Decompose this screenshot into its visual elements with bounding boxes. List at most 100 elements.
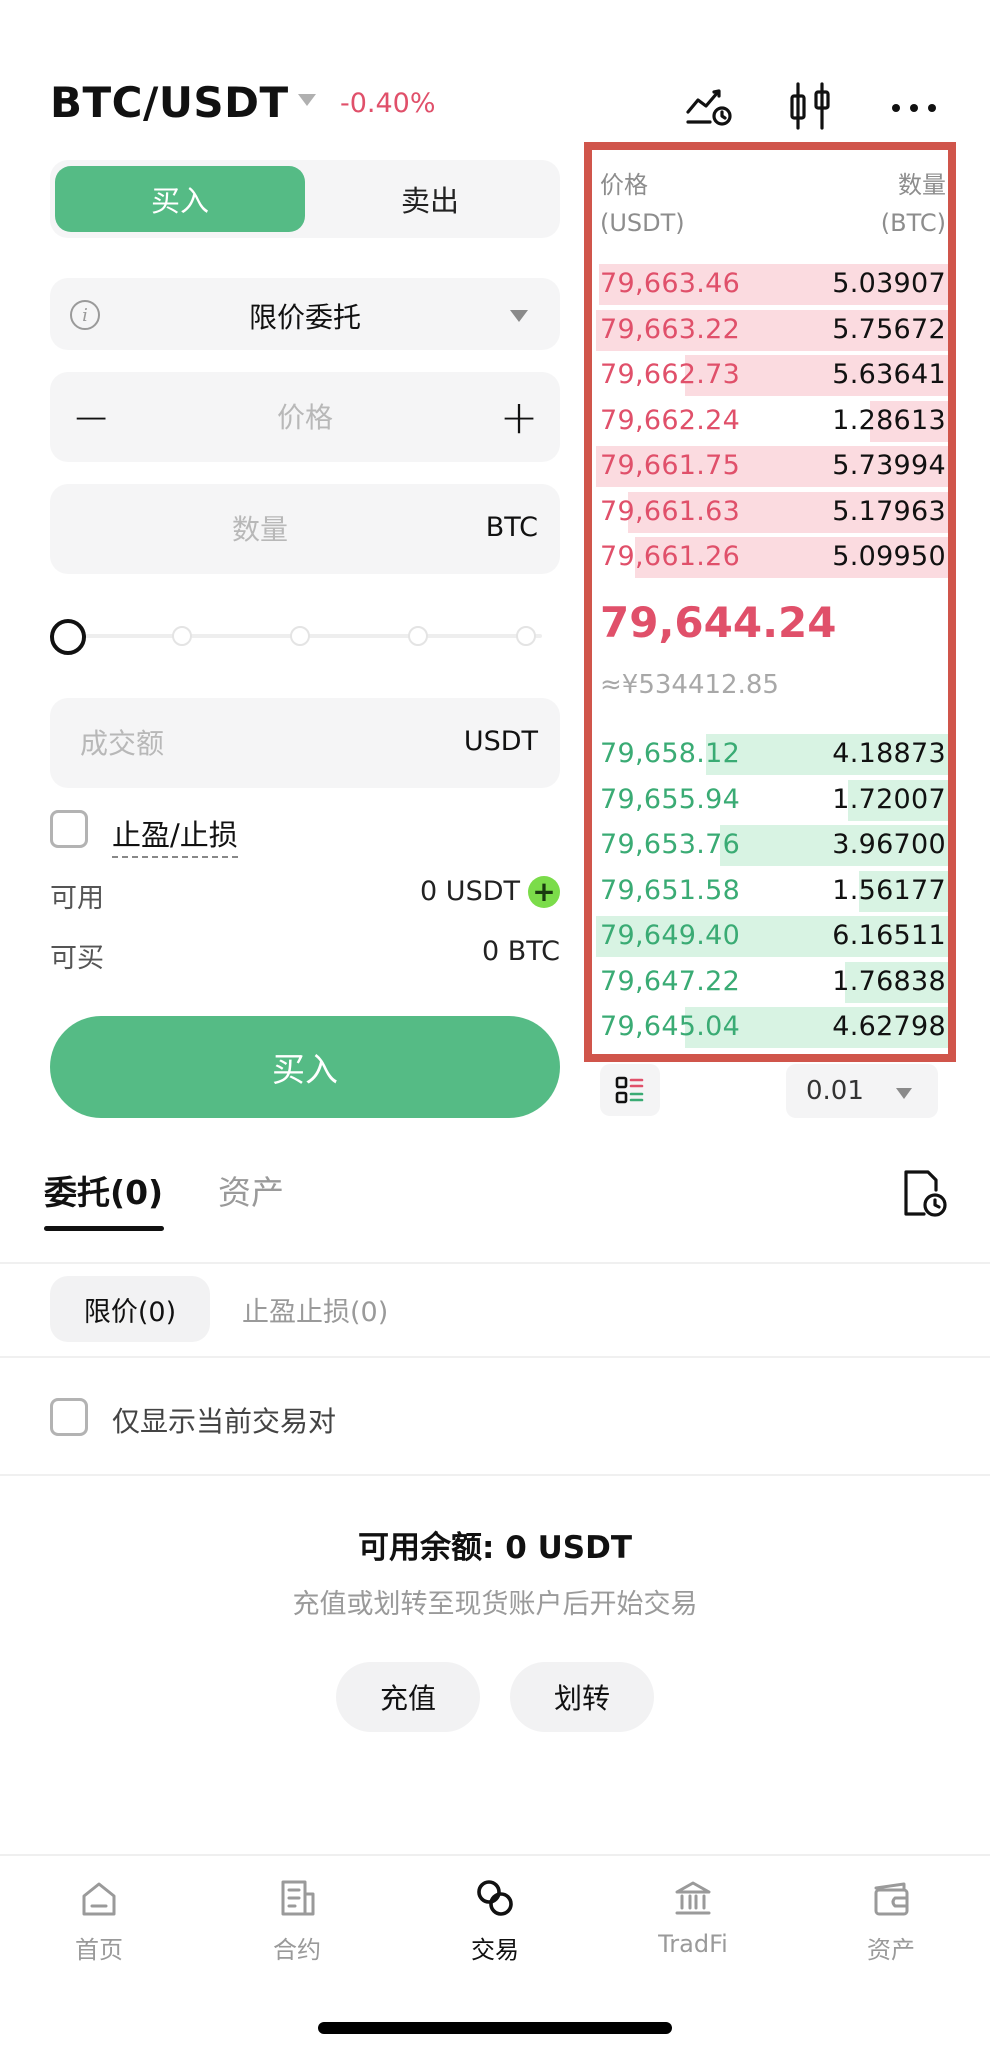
tab-assets[interactable]: 资产	[218, 1166, 284, 1214]
slider-node-75[interactable]	[408, 626, 428, 646]
nav-label: 交易	[471, 1936, 519, 1964]
nav-tradfi[interactable]: TradFi	[594, 1878, 792, 1978]
ask-row[interactable]: 79,663.46 5.03907	[592, 262, 948, 307]
pair-dropdown-icon[interactable]	[298, 94, 316, 106]
more-icon[interactable]	[886, 78, 942, 134]
available-balance-row: 可用 0 USDT +	[50, 876, 560, 916]
precision-select[interactable]: 0.01	[786, 1064, 938, 1118]
buyable-label: 可买	[50, 943, 104, 974]
bottom-nav: 首页 合约 交易 TradFi 资产	[0, 1854, 990, 2004]
buy-button[interactable]: 买入	[50, 1016, 560, 1118]
only-current-pair-toggle[interactable]: 仅显示当前交易对	[50, 1398, 336, 1442]
ask-price: 79,663.22	[600, 313, 741, 345]
available-value: 0 USDT	[420, 876, 520, 907]
ask-price: 79,661.26	[600, 541, 741, 572]
bid-row[interactable]: 79,651.58 1.56177	[592, 869, 948, 914]
bid-row[interactable]: 79,645.04 4.62798	[592, 1005, 948, 1050]
ask-row[interactable]: 79,661.75 5.73994	[592, 444, 948, 489]
tab-orders[interactable]: 委托(0)	[44, 1166, 163, 1214]
chevron-down-icon	[896, 1088, 912, 1099]
nav-contract[interactable]: 合约	[198, 1878, 396, 1978]
bid-price: 79,653.76	[600, 829, 741, 860]
slider-node-50[interactable]	[290, 626, 310, 646]
nav-trade[interactable]: 交易	[396, 1878, 594, 1978]
deposit-button[interactable]: 充值	[336, 1662, 480, 1732]
bid-row[interactable]: 79,655.94 1.72007	[592, 778, 948, 823]
ask-quantity: 5.09950	[832, 541, 946, 572]
ask-quantity: 5.17963	[832, 495, 946, 527]
bid-row[interactable]: 79,658.12 4.18873	[592, 732, 948, 777]
order-book-header: 价格 (USDT) 数量 (BTC)	[592, 150, 948, 250]
only-current-pair-checkbox[interactable]	[50, 1398, 88, 1436]
precision-value: 0.01	[806, 1076, 864, 1106]
wallet-icon	[874, 1882, 909, 1916]
bid-row[interactable]: 79,653.76 3.96700	[592, 823, 948, 868]
transfer-button[interactable]: 划转	[510, 1662, 654, 1732]
order-type-select[interactable]: i 限价委托	[50, 278, 560, 350]
bank-icon	[675, 1881, 711, 1915]
price-decrease-button[interactable]: −	[66, 390, 116, 444]
only-current-pair-label[interactable]: 仅显示当前交易对	[112, 1400, 336, 1440]
price-input[interactable]	[130, 394, 480, 440]
ask-price: 79,663.46	[600, 268, 741, 299]
bid-row[interactable]: 79,649.40 6.16511	[592, 914, 948, 959]
ask-row[interactable]: 79,662.24 1.28613	[592, 399, 948, 444]
turnover-field: USDT	[50, 698, 560, 788]
ask-price: 79,662.24	[600, 404, 741, 436]
bid-row[interactable]: 79,647.22 1.76838	[592, 960, 948, 1005]
last-price[interactable]: 79,644.24	[600, 598, 836, 647]
slider-node-25[interactable]	[172, 626, 192, 646]
slider-thumb[interactable]	[50, 619, 86, 655]
nav-label: 合约	[273, 1936, 321, 1964]
subtab-tpsl[interactable]: 止盈止损(0)	[242, 1276, 388, 1342]
trade-icon	[477, 1880, 513, 1916]
ask-price: 79,662.73	[600, 359, 741, 390]
bid-price: 79,645.04	[600, 1011, 741, 1042]
ask-quantity: 5.03907	[832, 268, 946, 299]
bid-price: 79,655.94	[600, 783, 741, 815]
tpsl-checkbox[interactable]	[50, 810, 88, 848]
nav-home[interactable]: 首页	[0, 1878, 198, 1978]
nav-label: 首页	[75, 1936, 123, 1964]
chevron-down-icon	[510, 310, 528, 322]
price-column-unit: (USDT)	[600, 209, 685, 237]
tpsl-toggle[interactable]: 止盈/止损	[50, 810, 238, 858]
candlestick-icon[interactable]	[782, 78, 838, 134]
chart-alert-icon[interactable]	[682, 78, 738, 134]
book-layout-icon[interactable]	[600, 1064, 660, 1116]
available-label: 可用	[50, 883, 104, 914]
order-history-icon[interactable]	[898, 1166, 948, 1220]
ask-row[interactable]: 79,661.63 5.17963	[592, 490, 948, 535]
divider	[0, 1356, 990, 1358]
amount-slider[interactable]	[50, 614, 560, 658]
subtab-limit[interactable]: 限价(0)	[50, 1276, 210, 1342]
order-book: 价格 (USDT) 数量 (BTC) 79,663.46 5.03907 79,66…	[584, 142, 956, 1062]
quantity-field: BTC	[50, 484, 560, 574]
buyable-value: 0 BTC	[481, 936, 560, 967]
tab-buy[interactable]: 买入	[55, 166, 305, 232]
bid-price: 79,658.12	[600, 738, 741, 769]
bid-quantity: 4.18873	[832, 738, 946, 769]
turnover-input[interactable]	[80, 720, 380, 766]
bid-quantity: 6.16511	[832, 920, 946, 951]
ask-price: 79,661.75	[600, 450, 741, 481]
tpsl-label[interactable]: 止盈/止损	[112, 812, 238, 858]
home-indicator	[318, 2022, 672, 2034]
quantity-input[interactable]	[80, 506, 440, 552]
bid-price: 79,651.58	[600, 874, 741, 906]
price-increase-button[interactable]: +	[494, 390, 544, 444]
ask-row[interactable]: 79,662.73 5.63641	[592, 353, 948, 398]
slider-node-100[interactable]	[516, 626, 536, 646]
ask-price: 79,661.63	[600, 495, 741, 527]
empty-state-hint: 充值或划转至现货账户后开始交易	[292, 1589, 698, 1620]
quantity-column-header: 数量	[898, 171, 946, 199]
tab-sell[interactable]: 卖出	[305, 166, 555, 232]
add-funds-icon[interactable]: +	[528, 876, 560, 908]
bid-price: 79,647.22	[600, 965, 741, 997]
orders-tabs: 委托(0) 资产	[0, 1150, 990, 1260]
trading-pair-title[interactable]: BTC/USDT	[50, 78, 289, 127]
ask-row[interactable]: 79,663.22 5.75672	[592, 308, 948, 353]
ask-row[interactable]: 79,661.26 5.09950	[592, 535, 948, 580]
ask-quantity: 1.28613	[832, 404, 946, 436]
nav-assets[interactable]: 资产	[792, 1878, 990, 1978]
